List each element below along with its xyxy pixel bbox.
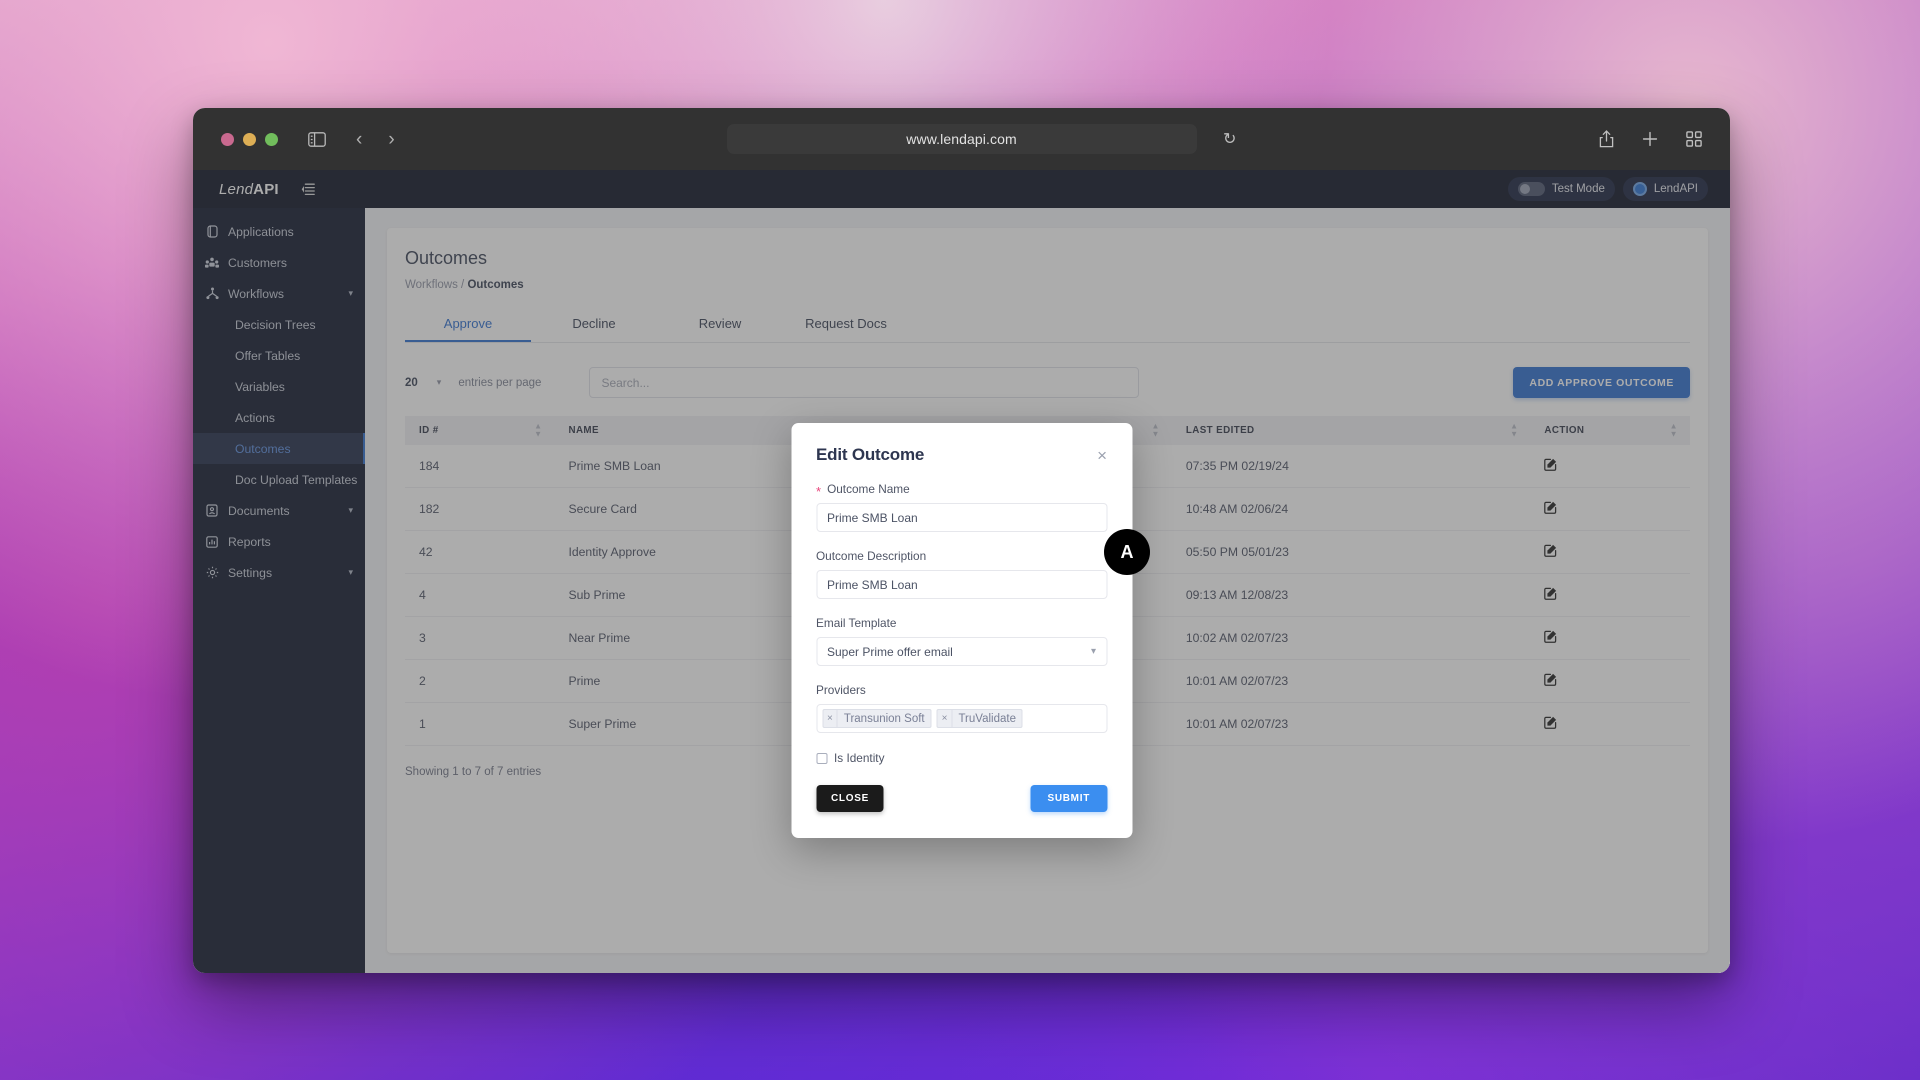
sidebar-toggle-icon[interactable] bbox=[308, 131, 326, 147]
desktop-wallpaper: ‹ › www.lendapi.com ↻ LendAPI Test Mode … bbox=[0, 0, 1920, 1080]
is-identity-checkbox[interactable] bbox=[816, 752, 827, 764]
tag-label: TruValidate bbox=[958, 712, 1016, 725]
url-text: www.lendapi.com bbox=[906, 131, 1017, 147]
tag-label: Transunion Soft bbox=[843, 712, 925, 725]
input-value: Prime SMB Loan bbox=[827, 510, 918, 525]
providers-input[interactable]: × Transunion Soft × TruValidate bbox=[816, 704, 1107, 733]
is-identity-row[interactable]: Is Identity bbox=[816, 751, 1107, 765]
field-outcome-name: * Outcome Name Prime SMB Loan bbox=[816, 482, 1107, 532]
browser-toolbar: ‹ › www.lendapi.com ↻ bbox=[193, 108, 1730, 170]
provider-tag[interactable]: × Transunion Soft bbox=[822, 709, 932, 728]
browser-window: ‹ › www.lendapi.com ↻ LendAPI Test Mode … bbox=[193, 108, 1730, 973]
email-template-select[interactable]: Super Prime offer email ▾ bbox=[816, 637, 1107, 666]
label-text: Providers bbox=[816, 683, 866, 697]
field-outcome-description: Outcome Description Prime SMB Loan bbox=[816, 549, 1107, 599]
close-window-button[interactable] bbox=[221, 132, 234, 146]
is-identity-label: Is Identity bbox=[834, 751, 885, 765]
close-button[interactable]: CLOSE bbox=[816, 785, 884, 812]
modal-title: Edit Outcome bbox=[816, 445, 925, 464]
window-traffic-lights bbox=[221, 132, 278, 146]
outcome-description-input[interactable]: Prime SMB Loan bbox=[816, 570, 1107, 599]
field-label: * Outcome Name bbox=[816, 482, 1107, 499]
browser-nav-arrows: ‹ › bbox=[356, 130, 395, 149]
cursor-badge: A bbox=[1104, 529, 1150, 575]
provider-tag[interactable]: × TruValidate bbox=[936, 709, 1023, 728]
reload-button[interactable]: ↻ bbox=[1223, 129, 1236, 149]
close-icon[interactable]: × bbox=[1097, 447, 1107, 464]
remove-tag-icon[interactable]: × bbox=[938, 710, 953, 727]
modal-actions: CLOSE SUBMIT bbox=[816, 785, 1107, 812]
new-tab-icon[interactable] bbox=[1642, 131, 1658, 147]
field-label: Providers bbox=[816, 683, 1107, 697]
back-button[interactable]: ‹ bbox=[356, 130, 362, 149]
label-text: Outcome Description bbox=[816, 549, 927, 563]
input-value: Prime SMB Loan bbox=[827, 577, 918, 592]
field-email-template: Email Template Super Prime offer email ▾ bbox=[816, 616, 1107, 666]
browser-toolbar-right bbox=[1599, 130, 1710, 148]
address-bar[interactable]: www.lendapi.com bbox=[726, 124, 1197, 154]
outcome-name-input[interactable]: Prime SMB Loan bbox=[816, 503, 1107, 532]
minimize-window-button[interactable] bbox=[243, 132, 256, 146]
field-label: Email Template bbox=[816, 616, 1107, 630]
chevron-down-icon[interactable]: ▾ bbox=[1091, 646, 1096, 657]
field-label: Outcome Description bbox=[816, 549, 1107, 563]
label-text: Outcome Name bbox=[827, 482, 910, 496]
tab-overview-icon[interactable] bbox=[1686, 131, 1702, 147]
required-marker: * bbox=[816, 483, 822, 499]
label-text: Email Template bbox=[816, 616, 897, 630]
submit-button[interactable]: SUBMIT bbox=[1030, 785, 1107, 812]
modal-header: Edit Outcome × bbox=[816, 445, 1107, 465]
share-icon[interactable] bbox=[1599, 130, 1614, 148]
forward-button[interactable]: › bbox=[388, 130, 394, 149]
remove-tag-icon[interactable]: × bbox=[823, 710, 838, 727]
application-shell: LendAPI Test Mode LendAPI Applications C… bbox=[193, 170, 1730, 973]
maximize-window-button[interactable] bbox=[265, 132, 278, 146]
select-value: Super Prime offer email bbox=[827, 644, 953, 659]
field-providers: Providers × Transunion Soft × TruValidat… bbox=[816, 683, 1107, 733]
edit-outcome-modal: Edit Outcome × * Outcome Name Prime SMB … bbox=[791, 423, 1132, 838]
